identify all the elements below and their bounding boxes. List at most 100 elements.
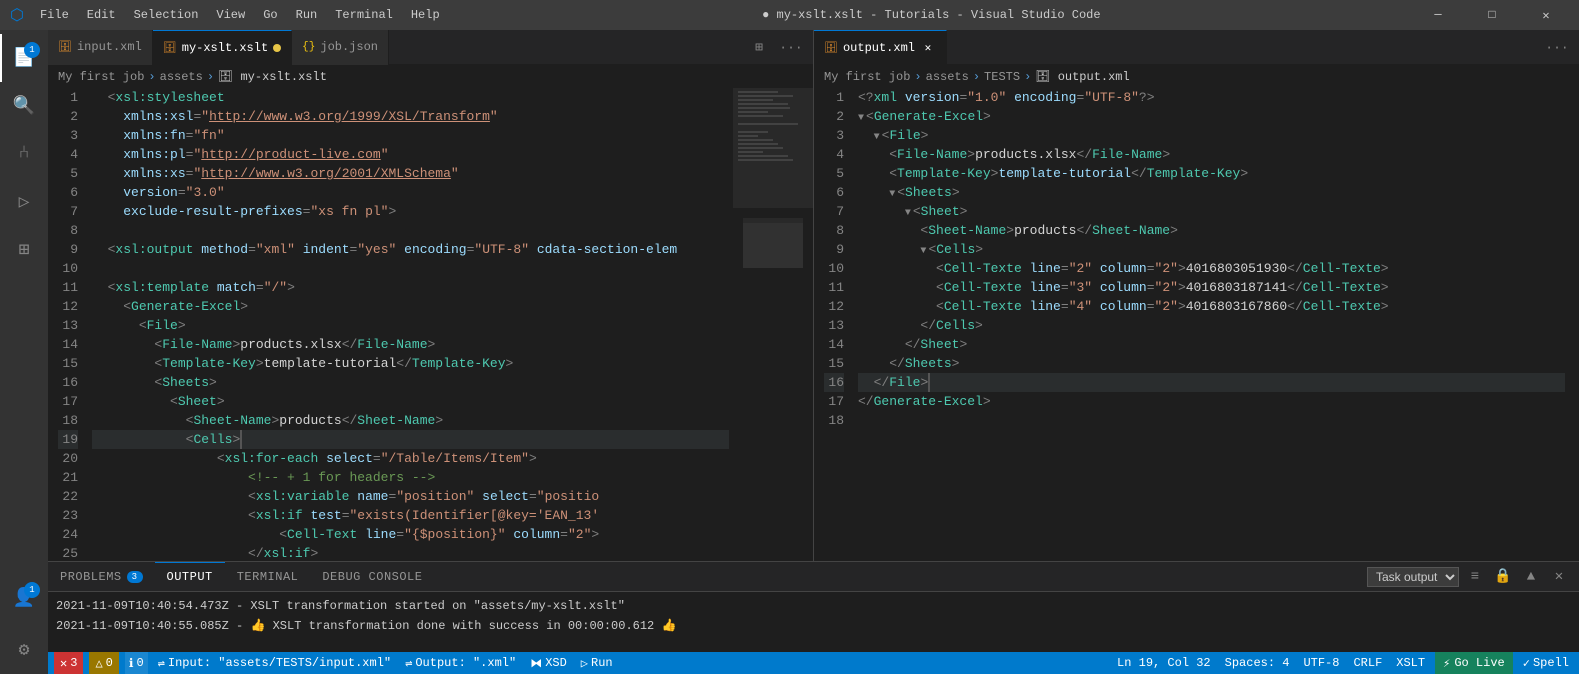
panel-tab-problems[interactable]: PROBLEMS3 [48, 562, 155, 592]
left-tabs-bar: 🗄 input.xml 🗄 my-xslt.xslt {} job.json ⊞ [48, 30, 813, 65]
activity-source-control[interactable]: ⑃ [0, 130, 48, 178]
split-editor-button[interactable]: ⊞ [745, 33, 773, 61]
tab-input-xml[interactable]: 🗄 input.xml [48, 30, 153, 65]
input-icon: ⇌ [158, 656, 165, 671]
code-line-1: <xsl:stylesheet [92, 88, 729, 107]
status-encoding[interactable]: UTF-8 [1299, 652, 1343, 674]
code-line-14: <File-Name>products.xlsx</File-Name> [92, 335, 729, 354]
problems-badge: 3 [127, 571, 143, 583]
r-code-line-2: ▼<Generate-Excel> [858, 107, 1565, 126]
status-warnings[interactable]: △ 0 [89, 652, 118, 674]
status-lang[interactable]: XSLT [1392, 652, 1429, 674]
code-line-16: <Sheets> [92, 373, 729, 392]
r-code-line-3: ▼<File> [858, 126, 1565, 145]
window-title: ● my-xslt.xslt - Tutorials - Visual Stud… [762, 8, 1100, 22]
status-spaces[interactable]: Spaces: 4 [1221, 652, 1294, 674]
activity-settings[interactable]: ⚙ [0, 626, 48, 674]
panel-maximize-button[interactable]: ▲ [1519, 565, 1543, 589]
task-output-select[interactable]: Task output [1367, 567, 1459, 587]
menu-selection[interactable]: Selection [126, 6, 207, 24]
right-breadcrumb-job[interactable]: My first job [824, 70, 910, 84]
menu-edit[interactable]: Edit [79, 6, 124, 24]
activity-search[interactable]: 🔍 [0, 82, 48, 130]
menu-file[interactable]: File [32, 6, 77, 24]
menu-go[interactable]: Go [255, 6, 285, 24]
status-ln-col[interactable]: Ln 19, Col 32 [1113, 652, 1215, 674]
r-code-line-5: <Template-Key>template-tutorial</Templat… [858, 164, 1565, 183]
code-line-13: <File> [92, 316, 729, 335]
menu-terminal[interactable]: Terminal [327, 6, 401, 24]
right-breadcrumb-file[interactable]: 🗄 output.xml [1035, 69, 1129, 84]
right-breadcrumb-tests[interactable]: TESTS [984, 70, 1020, 84]
status-output[interactable]: ⇌ Output: ".xml" [401, 652, 520, 674]
status-xsd-label: XSD [545, 656, 567, 670]
editor-area: 🗄 input.xml 🗄 my-xslt.xslt {} job.json ⊞ [48, 30, 1579, 674]
breadcrumb-job[interactable]: My first job [58, 70, 144, 84]
code-line-10 [92, 259, 729, 278]
status-xsd[interactable]: ⧓ XSD [526, 652, 571, 674]
activity-run[interactable]: ▷ [0, 178, 48, 226]
r-code-line-1: <?xml version="1.0" encoding="UTF-8"?> [858, 88, 1565, 107]
info-count: 0 [136, 656, 143, 670]
close-button[interactable]: ✕ [1523, 0, 1569, 30]
status-right: Ln 19, Col 32 Spaces: 4 UTF-8 CRLF XSLT … [1113, 652, 1573, 674]
status-run[interactable]: ▷ Run [577, 652, 617, 674]
output-icon: ⇌ [405, 656, 412, 671]
status-info[interactable]: ℹ 0 [125, 652, 148, 674]
go-live-button[interactable]: ⚡ Go Live [1435, 652, 1513, 674]
r-code-line-12: <Cell-Texte line="4" column="2">40168031… [858, 297, 1565, 316]
activity-extensions[interactable]: ⊞ [0, 226, 48, 274]
activity-explorer[interactable]: 📄 1 [0, 34, 48, 82]
panel-tab-debug-console[interactable]: DEBUG CONSOLE [310, 562, 434, 592]
status-spell[interactable]: ✓ Spell [1519, 652, 1573, 674]
r-code-line-17: </Generate-Excel> [858, 392, 1565, 411]
editors-split: 🗄 input.xml 🗄 my-xslt.xslt {} job.json ⊞ [48, 30, 1579, 561]
right-tabs-bar: 🗄 output.xml ✕ ··· [814, 30, 1579, 65]
tab-my-xslt[interactable]: 🗄 my-xslt.xslt [153, 30, 292, 65]
panel-tab-terminal[interactable]: TERMINAL [225, 562, 311, 592]
code-line-3: xmlns:fn="fn" [92, 126, 729, 145]
panel-lock-button[interactable]: 🔒 [1491, 565, 1515, 589]
tab-output-xml[interactable]: 🗄 output.xml ✕ [814, 30, 947, 65]
code-line-22: <xsl:variable name="position" select="po… [92, 487, 729, 506]
run-icon: ▷ [19, 191, 30, 213]
error-count: 3 [70, 656, 77, 670]
source-control-icon: ⑃ [19, 144, 30, 164]
right-breadcrumb-assets[interactable]: assets [926, 70, 969, 84]
code-line-17: <Sheet> [92, 392, 729, 411]
right-scrollbar[interactable] [1569, 88, 1579, 561]
right-code-editor[interactable]: 12345 678910 1112131415 161718 <?xml ver… [814, 88, 1579, 561]
close-tab-button[interactable]: ✕ [920, 40, 936, 56]
left-code-editor[interactable]: 12345 678910 1112131415 1617181920 21222… [48, 88, 813, 561]
more-tabs-button[interactable]: ··· [777, 33, 805, 61]
breadcrumb-assets[interactable]: assets [160, 70, 203, 84]
tab-output-xml-label: output.xml [843, 41, 915, 55]
right-editor-pane: 🗄 output.xml ✕ ··· My first job › assets… [814, 30, 1579, 561]
panel-actions: Task output ≡ 🔒 ▲ ✕ [1367, 565, 1579, 589]
code-line-12: <Generate-Excel> [92, 297, 729, 316]
xml-file-icon: 🗄 [58, 40, 72, 54]
status-input[interactable]: ⇌ Input: "assets/TESTS/input.xml" [154, 652, 395, 674]
warning-icon: △ [95, 656, 102, 671]
status-eol[interactable]: CRLF [1349, 652, 1386, 674]
panel-layout-button[interactable]: ≡ [1463, 565, 1487, 589]
menu-view[interactable]: View [208, 6, 253, 24]
left-minimap [733, 88, 813, 561]
explorer-badge: 1 [24, 42, 40, 58]
menu-run[interactable]: Run [288, 6, 326, 24]
vscode-logo-icon: ⬡ [10, 5, 24, 25]
breadcrumb-file[interactable]: 🗄 my-xslt.xslt [218, 69, 327, 84]
panel-tab-output[interactable]: OUTPUT [155, 562, 225, 592]
spell-label: Spell [1533, 656, 1569, 670]
menu-help[interactable]: Help [403, 6, 448, 24]
right-more-actions-button[interactable]: ··· [1543, 33, 1571, 61]
activity-accounts[interactable]: 👤 1 [0, 574, 48, 622]
tab-job-json[interactable]: {} job.json [292, 30, 389, 65]
right-tabs-actions: ··· [1543, 33, 1579, 61]
status-errors[interactable]: ✕ 3 [54, 652, 83, 674]
xslt-file-icon: 🗄 [163, 41, 177, 55]
maximize-button[interactable]: □ [1469, 0, 1515, 30]
r-code-line-11: <Cell-Texte line="3" column="2">40168031… [858, 278, 1565, 297]
minimize-button[interactable]: ─ [1415, 0, 1461, 30]
panel-close-button[interactable]: ✕ [1547, 565, 1571, 589]
